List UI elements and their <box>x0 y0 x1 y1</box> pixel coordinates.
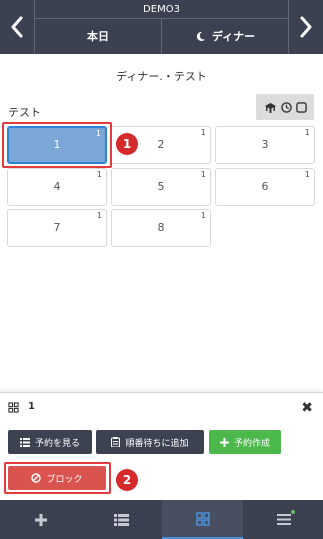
notification-dot <box>291 510 295 514</box>
close-icon[interactable]: ✖ <box>301 401 313 415</box>
create-reservation-button[interactable]: 予約作成 <box>209 430 281 454</box>
floor-title: ディナー.・テスト <box>116 70 207 83</box>
table-tile-5[interactable]: 5 1 <box>111 168 211 206</box>
table-number: 8 <box>157 221 165 234</box>
highlight-box-2 <box>4 462 111 494</box>
section-label: テスト <box>8 106 41 119</box>
table-capacity: 1 <box>96 170 102 179</box>
clipboard-icon <box>111 437 121 447</box>
table-number: 3 <box>261 138 269 151</box>
nav-tab-floor[interactable] <box>162 500 243 539</box>
add-waitlist-label: 順番待ちに追加 <box>125 438 189 449</box>
square-icon[interactable] <box>295 101 307 113</box>
grid-icon <box>195 511 210 526</box>
panel-title: 1 <box>28 401 35 412</box>
view-reservations-label: 予約を見る <box>34 438 80 449</box>
table-capacity: 1 <box>200 128 206 137</box>
table-number: 6 <box>261 180 269 193</box>
table-capacity: 1 <box>96 211 102 220</box>
grid-icon <box>8 402 19 413</box>
add-waitlist-button[interactable]: 順番待ちに追加 <box>96 430 204 454</box>
plus-icon <box>219 437 229 447</box>
table-capacity: 1 <box>304 128 310 137</box>
chevron-left-icon <box>11 16 23 38</box>
step-badge-1: 1 <box>116 133 138 155</box>
table-capacity: 1 <box>304 170 310 179</box>
shop-name: DEMO3 <box>35 0 288 19</box>
create-reservation-label: 予約作成 <box>233 438 270 449</box>
table-capacity: 1 <box>200 211 206 220</box>
view-reservations-button[interactable]: 予約を見る <box>8 430 92 454</box>
table-tile-4[interactable]: 4 1 <box>7 168 107 206</box>
date-label: 本日 <box>87 30 109 43</box>
clock-icon[interactable] <box>280 101 292 113</box>
moon-icon <box>196 31 205 42</box>
menu-icon <box>276 514 291 525</box>
table-tile-3[interactable]: 3 1 <box>215 126 315 164</box>
header-center: DEMO3 本日 ディナー <box>34 0 289 54</box>
table-tile-8[interactable]: 8 1 <box>111 209 211 247</box>
table-capacity: 1 <box>200 170 206 179</box>
plus-icon <box>34 513 47 526</box>
meal-selector[interactable]: ディナー <box>162 19 288 54</box>
table-view-icon[interactable] <box>264 102 277 113</box>
bottom-nav <box>0 500 323 539</box>
nav-tab-menu[interactable] <box>243 500 323 539</box>
table-action-panel: 1 ✖ 予約を見る 順番待ちに追加 予約作成 ブロック 2 <box>0 392 323 500</box>
nav-tab-add[interactable] <box>0 500 81 539</box>
nav-tab-list[interactable] <box>81 500 162 539</box>
view-toggle[interactable] <box>256 94 314 120</box>
table-number: 7 <box>53 221 61 234</box>
date-selector[interactable]: 本日 <box>35 19 162 54</box>
table-number: 4 <box>53 180 61 193</box>
table-tile-7[interactable]: 7 1 <box>7 209 107 247</box>
top-bar: DEMO3 本日 ディナー <box>0 0 323 54</box>
table-number: 5 <box>157 180 165 193</box>
table-tile-6[interactable]: 6 1 <box>215 168 315 206</box>
list-icon <box>114 513 129 526</box>
meal-label: ディナー <box>211 30 256 43</box>
highlight-box-1 <box>2 122 112 168</box>
chevron-right-icon <box>300 16 312 38</box>
next-day-button[interactable] <box>289 0 323 54</box>
list-icon <box>19 437 30 447</box>
step-badge-2: 2 <box>116 469 138 491</box>
prev-day-button[interactable] <box>0 0 34 54</box>
